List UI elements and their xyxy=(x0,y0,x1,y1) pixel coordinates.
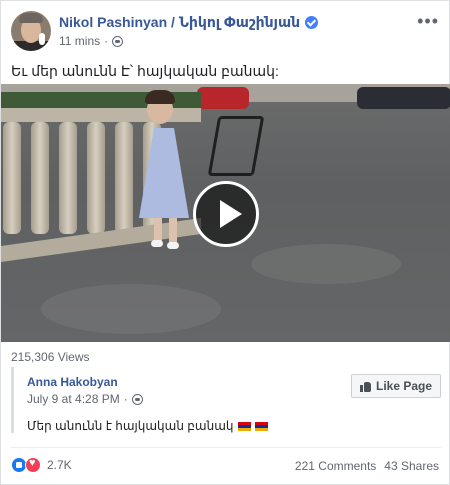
shared-text: Մեր անունն է հայկական բանակ xyxy=(27,419,268,433)
baluster xyxy=(87,122,105,234)
dark-car xyxy=(357,87,450,109)
author-line: Nikol Pashinyan / Նիկոլ Փաշինյան xyxy=(59,14,319,31)
light-streak xyxy=(41,284,221,334)
girl-leg xyxy=(154,218,162,242)
comments-count[interactable]: 221 Comments xyxy=(295,459,376,473)
post-text: Եւ մեր անունն Է՝ հայկական բանակ: xyxy=(11,63,279,79)
shares-count[interactable]: 43 Shares xyxy=(384,459,439,473)
separator-dot: · xyxy=(104,34,109,48)
globe-icon[interactable] xyxy=(131,393,143,405)
armenian-flag-icon xyxy=(237,421,251,431)
shared-text-content: Մեր անունն է հայկական բանակ xyxy=(27,419,234,433)
play-button[interactable] xyxy=(193,181,259,247)
view-count: 215,306 Views xyxy=(11,350,90,364)
armenian-flag-icon xyxy=(254,421,268,431)
baluster xyxy=(59,122,77,234)
play-icon xyxy=(220,200,242,228)
light-streak xyxy=(251,244,401,284)
like-page-label: Like Page xyxy=(375,379,433,393)
shared-attribution: Anna Hakobyan July 9 at 4:28 PM · Like P… xyxy=(11,367,441,433)
verified-badge-icon xyxy=(305,16,319,29)
separator-dot: · xyxy=(123,392,128,406)
baluster xyxy=(31,122,49,234)
thumbs-up-icon xyxy=(359,381,371,392)
post-meta: 11 mins · xyxy=(59,34,124,48)
author-avatar[interactable] xyxy=(11,11,51,51)
avatar-hair xyxy=(19,13,43,23)
shared-date[interactable]: July 9 at 4:28 PM xyxy=(27,392,120,406)
girl-shoe xyxy=(167,242,179,249)
reactions-summary[interactable]: 2.7K xyxy=(11,457,72,473)
footer-divider xyxy=(11,447,441,448)
girl-leg xyxy=(169,218,177,244)
baluster xyxy=(115,122,133,234)
love-reaction-icon xyxy=(25,457,41,473)
red-car xyxy=(197,87,249,109)
like-page-button[interactable]: Like Page xyxy=(351,374,441,398)
baluster xyxy=(3,122,21,234)
girl-hair xyxy=(145,90,175,104)
globe-icon[interactable] xyxy=(112,35,124,47)
more-options-icon[interactable]: ••• xyxy=(417,12,439,30)
girl-shoe xyxy=(151,240,163,247)
footer-counts: 221 Comments 43 Shares xyxy=(295,459,439,473)
post-header: Nikol Pashinyan / Նիկոլ Փաշինյան 11 mins… xyxy=(11,11,439,53)
avatar-microphone xyxy=(39,33,45,45)
shared-meta: July 9 at 4:28 PM · xyxy=(27,392,143,406)
facebook-post-card: Nikol Pashinyan / Նիկոլ Փաշինյան 11 mins… xyxy=(0,0,450,485)
reaction-count: 2.7K xyxy=(47,458,72,472)
video-player[interactable] xyxy=(1,84,450,342)
post-time[interactable]: 11 mins xyxy=(59,34,100,48)
shared-author-name[interactable]: Anna Hakobyan xyxy=(27,375,118,389)
author-name[interactable]: Nikol Pashinyan / Նիկոլ Փաշինյան xyxy=(59,14,300,31)
